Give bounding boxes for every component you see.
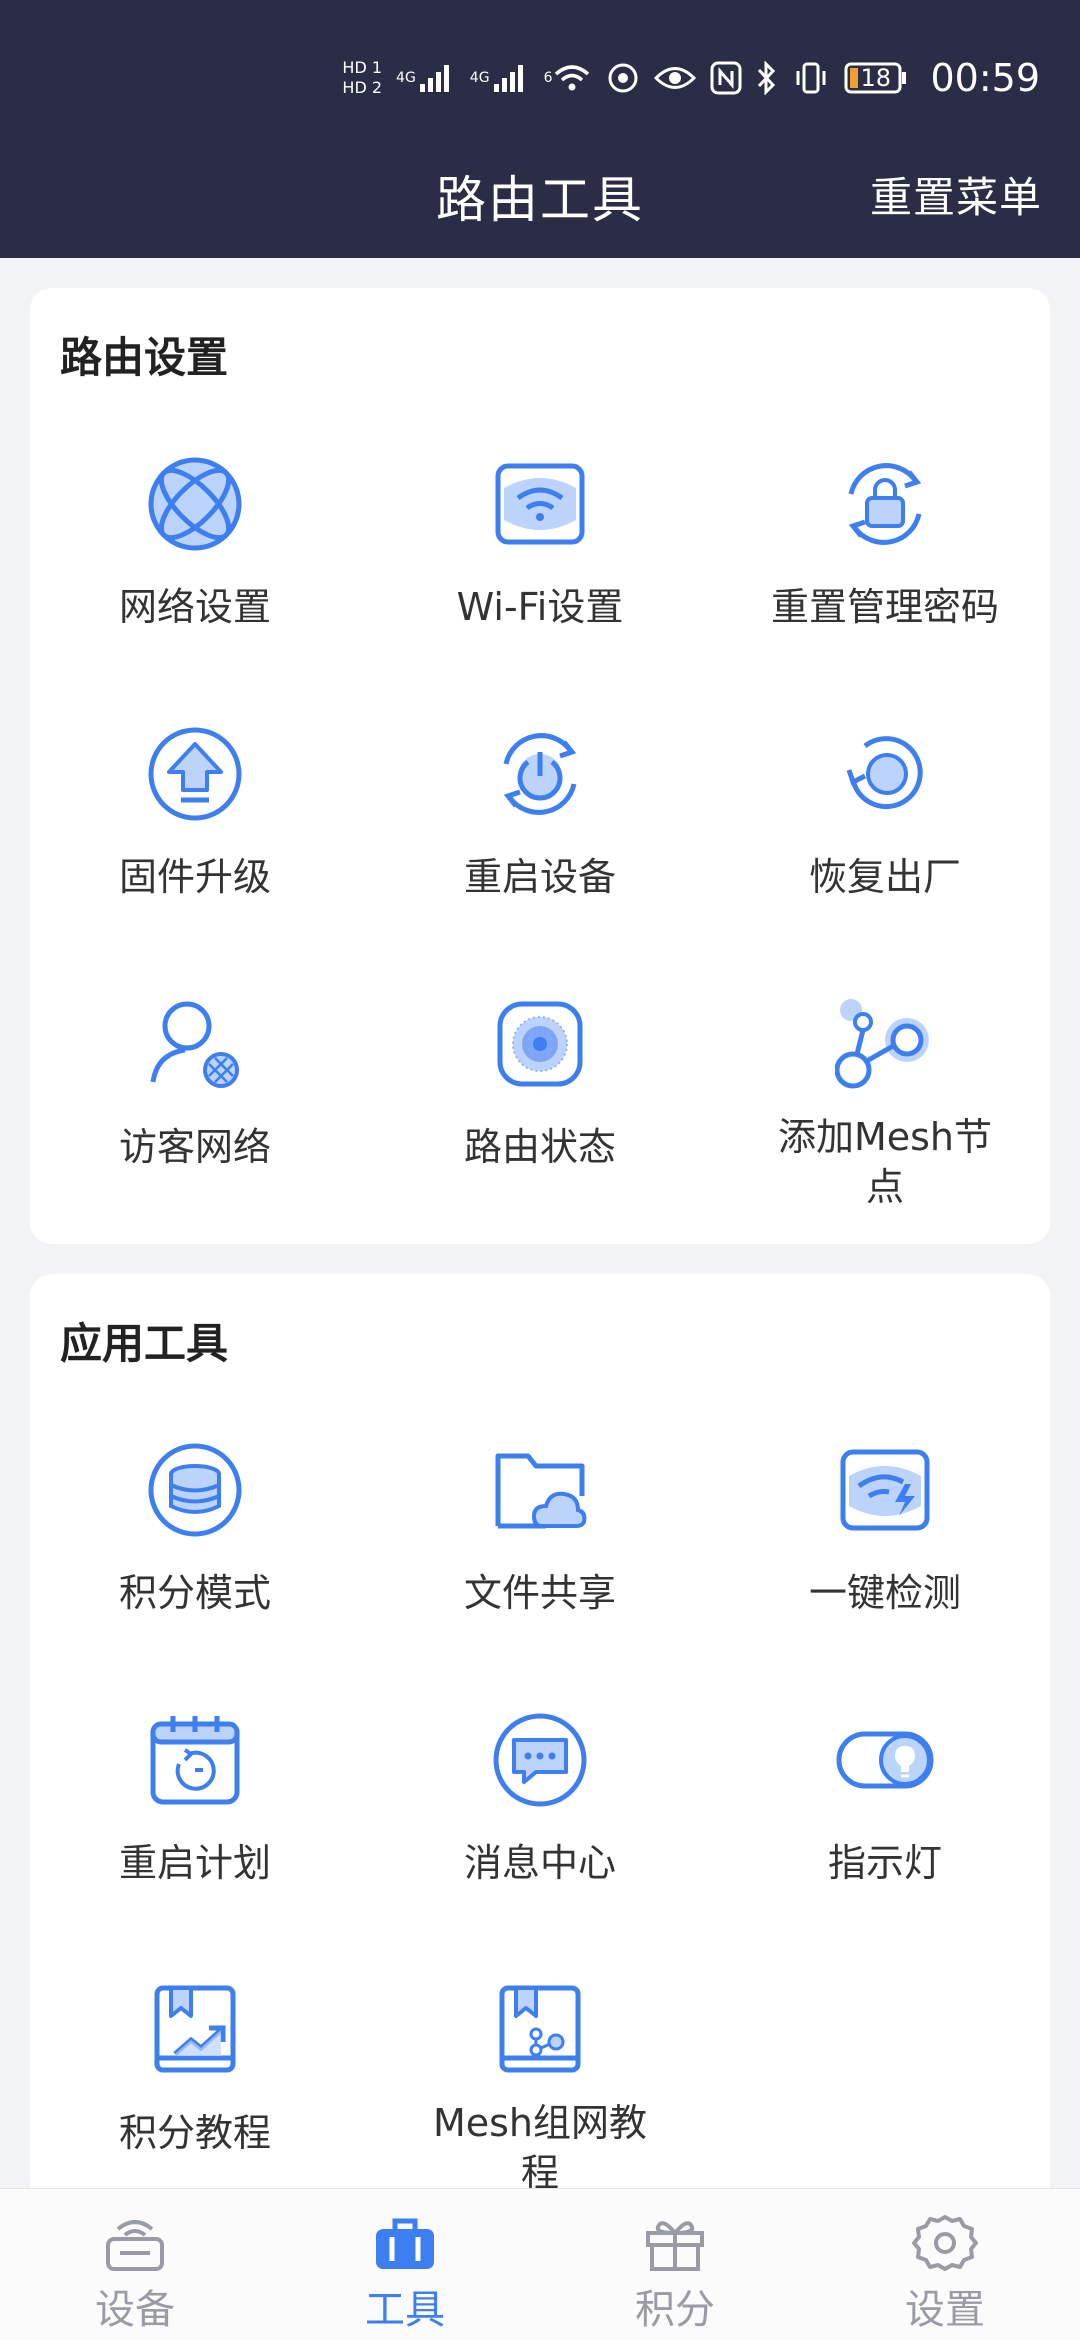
upload-icon (148, 727, 242, 821)
tool-mesh-tutorial[interactable]: Mesh组网教程 (375, 1934, 705, 2204)
signal-icon: 4G (396, 62, 456, 94)
message-icon (493, 1713, 587, 1807)
tool-label: 积分教程 (118, 2111, 271, 2155)
status-bar: HD 1 HD 2 4G 4G 6 18 00:59 (342, 46, 1040, 110)
calendar-icon (150, 1716, 240, 1805)
battery-level: 18 (860, 64, 892, 92)
tool-label: 文件共享 (463, 1571, 616, 1615)
signal2-label: 4G (469, 70, 490, 86)
tool-label: Wi-Fi设置 (456, 585, 624, 629)
tool-label: 重置管理密码 (770, 585, 999, 629)
tool-reset-admin-password[interactable]: 重置管理密码 (720, 408, 1050, 678)
reset-menu-button[interactable]: 重置菜单 (870, 164, 1042, 225)
tool-label: 一键检测 (808, 1571, 961, 1615)
tool-label: Mesh组网教程 (432, 2101, 648, 2195)
tool-network-settings[interactable]: 网络设置 (30, 408, 360, 678)
tool-add-mesh-node[interactable]: 添加Mesh节点 (720, 948, 1050, 1218)
wifi-status-icon: 6 (544, 62, 593, 94)
nav-label: 设备 (95, 2287, 175, 2333)
section-title-app: 应用工具 (60, 1319, 229, 1368)
nav-label: 积分 (635, 2287, 715, 2333)
tool-label: 消息中心 (463, 1841, 616, 1885)
page: HD 1 HD 2 4G 4G 6 18 00:59 路由工具 重置菜单 路由设… (0, 0, 1080, 2340)
tool-file-sharing[interactable]: 文件共享 (375, 1394, 705, 1664)
nav-settings[interactable]: 设置 (810, 2189, 1080, 2340)
mesh-node-icon (835, 999, 929, 1089)
guest-icon (150, 1001, 239, 1088)
nav-label: 设置 (905, 2287, 985, 2333)
tool-label: 重启设备 (463, 855, 616, 899)
signal1-label: 4G (396, 70, 416, 86)
tool-guest-network[interactable]: 访客网络 (30, 948, 360, 1218)
nav-tools[interactable]: 工具 (270, 2189, 540, 2340)
book-chart-icon (154, 1985, 236, 2073)
tool-reboot-schedule[interactable]: 重启计划 (30, 1664, 360, 1934)
folder-cloud-icon (495, 1453, 587, 1529)
database-icon (148, 1443, 242, 1537)
app-tools-card: 应用工具 积分模式 文件共享 一键检测 重启计划 消息中心 指示灯 积分教程 M… (30, 1274, 1050, 2340)
tool-indicator-light[interactable]: 指示灯 (720, 1664, 1050, 1934)
app-header: HD 1 HD 2 4G 4G 6 18 00:59 路由工具 重置菜单 (0, 0, 1080, 258)
router-settings-card: 路由设置 网络设置 Wi-Fi设置 重置管理密码 固件升级 重启设备 恢复出厂 … (30, 288, 1050, 1244)
toolbox-icon (376, 2218, 434, 2269)
nav-devices[interactable]: 设备 (0, 2189, 270, 2340)
tool-label: 访客网络 (118, 1125, 271, 1169)
gear-icon (912, 2215, 978, 2271)
tool-one-click-check[interactable]: 一键检测 (720, 1394, 1050, 1664)
tool-points-tutorial[interactable]: 积分教程 (30, 1934, 360, 2204)
tool-label: 积分模式 (118, 1571, 271, 1615)
vibrate-icon (792, 61, 830, 95)
light-toggle-icon (836, 1731, 934, 1789)
restore-icon (846, 736, 923, 810)
section-title-router: 路由设置 (60, 333, 229, 382)
nav-points[interactable]: 积分 (540, 2189, 810, 2340)
tool-factory-reset[interactable]: 恢复出厂 (720, 678, 1050, 948)
nav-label: 工具 (365, 2287, 445, 2333)
clock: 00:59 (930, 56, 1040, 100)
battery-icon: 18 (844, 61, 908, 95)
tool-message-center[interactable]: 消息中心 (375, 1664, 705, 1934)
bluetooth-icon (756, 61, 778, 95)
book-mesh-icon (499, 1985, 581, 2073)
wifi-check-icon (840, 1449, 930, 1531)
gift-icon (646, 2221, 704, 2271)
router-icon (106, 2220, 164, 2271)
tool-label: 重启计划 (118, 1841, 271, 1885)
wifi-icon (495, 463, 585, 545)
hotspot-icon (606, 61, 640, 95)
tool-label: 恢复出厂 (808, 855, 961, 899)
hd2-label: HD 2 (342, 78, 383, 97)
globe-icon (148, 457, 242, 551)
tool-label: 路由状态 (463, 1125, 616, 1169)
tool-firmware-upgrade[interactable]: 固件升级 (30, 678, 360, 948)
router-status-icon (497, 1001, 583, 1087)
signal-icon-2: 4G (470, 62, 530, 94)
lock-reset-icon (848, 463, 922, 545)
hd1-label: HD 1 (342, 58, 383, 77)
tool-points-mode[interactable]: 积分模式 (30, 1394, 360, 1664)
tool-wifi-settings[interactable]: Wi-Fi设置 (375, 408, 705, 678)
nfc-icon (710, 61, 742, 95)
eye-icon (654, 63, 697, 93)
bottom-nav: 设备 工具 积分 设置 (0, 2188, 1080, 2340)
tool-router-status[interactable]: 路由状态 (375, 948, 705, 1218)
hd-indicator: HD 1 HD 2 (342, 58, 382, 98)
power-icon (503, 733, 577, 815)
tool-label: 网络设置 (118, 585, 271, 629)
wifi-gen-label: 6 (543, 70, 553, 86)
tool-label: 固件升级 (118, 855, 271, 899)
tool-label: 指示灯 (827, 1841, 942, 1885)
tool-label: 添加Mesh节点 (777, 1115, 993, 1209)
tool-reboot-device[interactable]: 重启设备 (375, 678, 705, 948)
